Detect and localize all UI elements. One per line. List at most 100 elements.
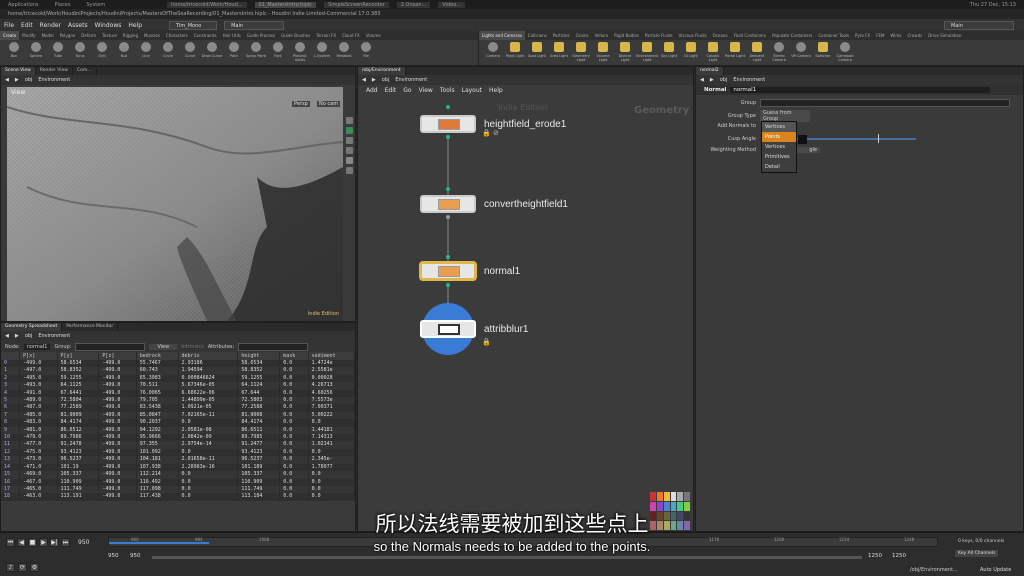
view-menu[interactable]: View (149, 343, 178, 350)
shelf-tool[interactable]: Camera (482, 42, 504, 64)
shelf-tool[interactable]: Grid (91, 42, 113, 64)
taskbar-item[interactable]: SimpleScreenRecorder (324, 1, 389, 8)
dropdown-option-primitives[interactable]: Primitives (762, 152, 796, 162)
shelf-tool[interactable]: VR Camera (790, 42, 812, 64)
shelf-tool[interactable]: Line (135, 42, 157, 64)
right-pane-select[interactable]: Main (944, 20, 1014, 30)
shelf-tool[interactable]: Spot Light (526, 42, 548, 64)
cusp-slider-handle[interactable] (878, 134, 879, 143)
shelf-tool[interactable]: Torus (69, 42, 91, 64)
dropdown-current[interactable]: Vertices (762, 122, 796, 132)
group-field[interactable] (75, 342, 146, 351)
shelf-tab[interactable]: Hair Utils (220, 31, 244, 40)
auto-update-button[interactable]: Auto Update (980, 567, 1011, 573)
shelf-tool[interactable]: Box (3, 42, 25, 64)
column-header[interactable]: P[y] (57, 352, 100, 360)
shelf-tool[interactable]: Point Light (504, 42, 526, 64)
shelf-tab[interactable]: Particle Fluids (642, 31, 676, 40)
shelf-tool[interactable]: Environment Light (636, 42, 658, 64)
node-body[interactable] (420, 115, 476, 133)
node-attribblur[interactable]: attribblur1 🔒 (420, 320, 528, 346)
back-icon[interactable]: ◀ (700, 77, 704, 83)
shelf-tab[interactable]: Container Tools (815, 31, 852, 40)
shelf-tool[interactable]: Caustic Light (702, 42, 724, 64)
path-node[interactable]: Environment (38, 77, 70, 83)
shelf-tab[interactable]: Model (39, 31, 57, 40)
shelf-tool[interactable]: Curve (179, 42, 201, 64)
camera-menu[interactable]: No cam (317, 101, 341, 107)
realtime-icon[interactable]: ⟳ (18, 563, 27, 572)
shelf-tab[interactable]: Lights and Cameras (479, 31, 525, 40)
shelf-tab[interactable]: Rigid Bodies (611, 31, 642, 40)
shelf-tool[interactable]: Metaball (333, 42, 355, 64)
column-header[interactable]: bedrock (136, 352, 179, 360)
shelf-tab[interactable]: Viscous Fluids (676, 31, 710, 40)
shelf-tab[interactable]: Muscles (141, 31, 163, 40)
column-header[interactable]: height (237, 352, 281, 360)
menu-file[interactable]: File (4, 22, 14, 29)
shelf-tab[interactable]: FEM (873, 31, 887, 40)
shelf-tab[interactable]: Vellum (592, 31, 612, 40)
shelf-tab[interactable]: Populate Containers (769, 31, 815, 40)
column-header[interactable]: P[x] (19, 352, 58, 360)
column-header[interactable] (1, 352, 21, 360)
tab-scene-view[interactable]: Scene View (1, 67, 36, 75)
shelf-tab[interactable]: Wires (887, 31, 904, 40)
node-name-field[interactable]: normal1 (730, 87, 991, 93)
os-menu-system[interactable]: System (82, 2, 109, 8)
forward-icon[interactable]: ▶ (15, 333, 19, 339)
taskbar-item[interactable]: 01_MastersIntro.hiplc (254, 1, 317, 8)
path-obj[interactable]: obj (25, 333, 33, 339)
shelf-tab[interactable]: Collisions (525, 31, 550, 40)
path-obj[interactable]: obj (25, 77, 33, 83)
forward-icon[interactable]: ▶ (15, 77, 19, 83)
shelf-tool[interactable]: L-System (311, 42, 333, 64)
shelf-tool[interactable]: Path (223, 42, 245, 64)
taskbar-item[interactable]: home/tricecold/Work/Houd... (167, 1, 247, 8)
path-obj[interactable]: obj (720, 77, 728, 83)
desktop-select[interactable]: Tim_Mono (169, 20, 218, 30)
tab-parameters[interactable]: normal2 (696, 67, 724, 75)
node-name[interactable]: attribblur1 (484, 324, 528, 335)
shelf-tool[interactable]: File (355, 42, 377, 64)
node-name[interactable]: convertheightfield1 (484, 199, 568, 210)
persp-menu[interactable]: Persp (292, 101, 310, 107)
shelf-tool[interactable]: Gamepad Camera (834, 42, 856, 64)
shelf-tool[interactable]: Distant Light (614, 42, 636, 64)
shelf-tool[interactable]: Ambient Light (746, 42, 768, 64)
shelf-tool[interactable]: Null (113, 42, 135, 64)
weighting-select[interactable]: gle (794, 147, 820, 153)
shelf-tab[interactable]: Texture (99, 31, 120, 40)
column-header[interactable]: sediment (308, 352, 355, 360)
column-header[interactable]: P[z] (98, 352, 137, 360)
back-icon[interactable]: ◀ (5, 77, 9, 83)
shelf-tool[interactable]: GI Light (680, 42, 702, 64)
node-field[interactable]: normal1 (23, 343, 51, 350)
shelf-tab[interactable]: Pyro FX (852, 31, 873, 40)
shelf-tab[interactable]: Volume (363, 31, 384, 40)
intrinsics-toggle[interactable]: Intrinsics (181, 344, 204, 350)
forward-icon[interactable]: ▶ (710, 77, 714, 83)
node-name[interactable]: heightfield_erode1 (484, 119, 566, 130)
menu-edit[interactable]: Edit (21, 22, 33, 29)
node-body[interactable] (420, 320, 476, 338)
shelf-tab[interactable]: Fluid Containers (731, 31, 770, 40)
shelf-tool[interactable]: Spray Paint (245, 42, 267, 64)
shading-icon[interactable] (345, 127, 353, 134)
shelf-tool[interactable]: Draw Curve (201, 42, 223, 64)
node-name[interactable]: normal1 (484, 266, 520, 277)
shelf-tab[interactable]: Oceans (710, 31, 731, 40)
shelf-tool[interactable]: Stereo Camera (768, 42, 790, 64)
shelf-tab[interactable]: Guide Brushes (278, 31, 313, 40)
shelf-tool[interactable]: Geometry Light (570, 42, 592, 64)
shelf-tab[interactable]: Modify (19, 31, 38, 40)
shelf-tab[interactable]: Rigging (120, 31, 141, 40)
camera-icon[interactable] (345, 157, 353, 164)
taskbar-item[interactable]: Video... (438, 1, 465, 8)
shelf-tab[interactable]: Grains (573, 31, 592, 40)
node-body[interactable] (420, 262, 476, 280)
tab-render-view[interactable]: Render View (36, 67, 73, 75)
menu-windows[interactable]: Windows (95, 22, 122, 29)
range-slider[interactable] (152, 556, 862, 559)
shelf-tab[interactable]: Terrain FX (313, 31, 339, 40)
